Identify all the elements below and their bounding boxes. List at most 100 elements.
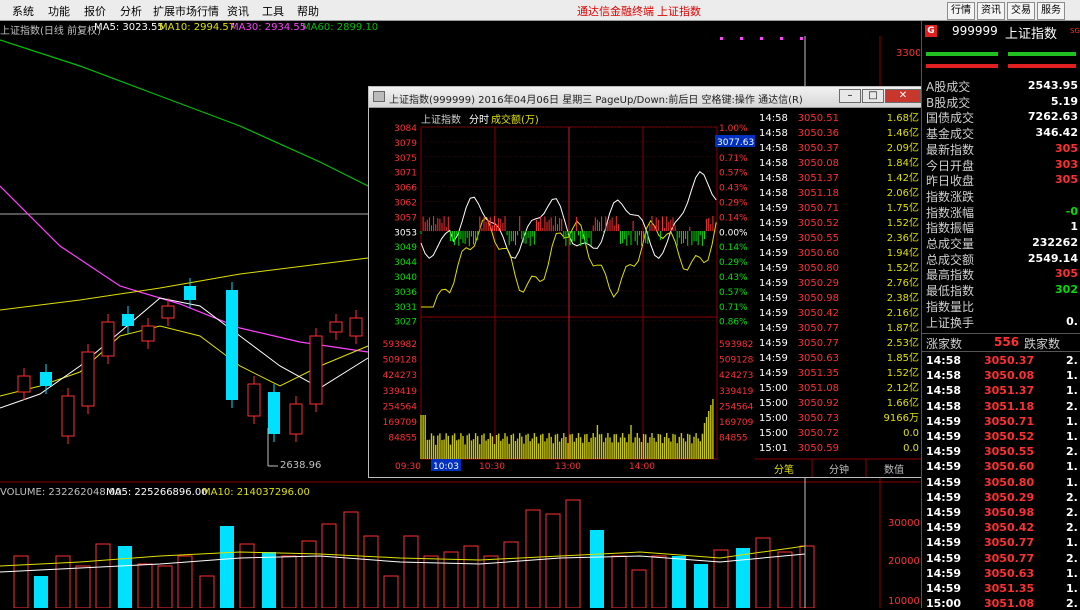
volume-bar bbox=[137, 563, 153, 608]
quote-label: B股成交 bbox=[926, 95, 971, 110]
quote-trade-time: 14:59 bbox=[926, 551, 962, 565]
price-tick: 3084 bbox=[394, 124, 417, 134]
menu-function[interactable]: 功能 bbox=[48, 3, 70, 19]
menu-tools[interactable]: 工具 bbox=[262, 3, 284, 19]
quote-trade-time: 14:59 bbox=[926, 506, 962, 519]
candle bbox=[184, 286, 196, 300]
service-button[interactable]: 服务 bbox=[1037, 2, 1065, 20]
trade-amount: 1.94亿 bbox=[887, 246, 919, 259]
price-tick: 3053 bbox=[394, 228, 417, 238]
menu-analysis[interactable]: 分析 bbox=[120, 3, 142, 19]
quote-trade-price: 3050.63 bbox=[984, 566, 1035, 580]
menu-news[interactable]: 资讯 bbox=[227, 3, 249, 19]
quote-trade-vol: 1. bbox=[1066, 369, 1078, 383]
intraday-chart[interactable]: 上证指数 分时 成交额(万) 3084 3079 3075 3071 3066 3062 3057… bbox=[369, 107, 923, 477]
trade-amount: 2.36亿 bbox=[887, 231, 919, 244]
vol-tick-right: 593982 bbox=[719, 340, 753, 350]
quote-trade-vol: 2. bbox=[1066, 521, 1078, 535]
buy-ratio-bar bbox=[926, 52, 998, 56]
trade-amount: 1.85亿 bbox=[887, 351, 919, 364]
trade-price: 3050.52 bbox=[798, 218, 839, 229]
trade-time: 14:59 bbox=[759, 233, 788, 244]
maximize-button[interactable]: □ bbox=[862, 89, 884, 103]
vol-tick-right: 339419 bbox=[719, 387, 754, 397]
price-tick: 3049 bbox=[394, 243, 417, 253]
vol-tick-right: 84855 bbox=[719, 434, 748, 444]
price-tick: 3040 bbox=[394, 273, 417, 283]
candle bbox=[61, 395, 75, 437]
quote-code: 999999 bbox=[952, 24, 998, 38]
volume-bar bbox=[631, 569, 647, 608]
candle bbox=[161, 305, 175, 319]
price-tick: 3079 bbox=[394, 139, 417, 149]
intraday-popup[interactable]: 上证指数(999999) 2016年04月06日 星期三 PageUp/Down… bbox=[368, 86, 924, 478]
trade-price: 3050.60 bbox=[798, 248, 839, 259]
quote-trade-time: 14:59 bbox=[926, 445, 962, 459]
trade-amount: 2.16亿 bbox=[887, 306, 919, 319]
trade-time: 14:58 bbox=[759, 128, 788, 139]
quote-value: 305 bbox=[1055, 173, 1078, 187]
popup-titlebar[interactable]: 上证指数(999999) 2016年04月06日 星期三 PageUp/Down… bbox=[369, 87, 923, 108]
vol-tick: 339419 bbox=[383, 387, 418, 397]
trade-amount: 0.0 bbox=[903, 428, 919, 439]
trade-price: 3051.08 bbox=[798, 383, 839, 394]
quote-label: 总成交额 bbox=[926, 252, 975, 267]
volume-bar bbox=[590, 530, 604, 608]
trade-time: 14:59 bbox=[759, 323, 788, 334]
menu-extended-market[interactable]: 扩展市场行情 bbox=[153, 3, 219, 19]
quote-trade-time: 14:59 bbox=[926, 566, 962, 580]
menu-help[interactable]: 帮助 bbox=[297, 3, 319, 19]
quote-label: 指数涨跌 bbox=[926, 189, 975, 204]
trade-amount: 1.68亿 bbox=[887, 111, 919, 124]
quote-trade-price: 3050.29 bbox=[984, 490, 1035, 504]
quote-trade-vol: 2. bbox=[1066, 490, 1078, 504]
pct-tick: 0.71% bbox=[719, 154, 748, 164]
quote-name: 上证指数 bbox=[1005, 27, 1058, 42]
time-tick: 13:00 bbox=[555, 462, 581, 472]
rise-count-label: 涨家数 bbox=[926, 337, 963, 351]
trade-price: 3050.63 bbox=[798, 353, 839, 364]
quote-trade-vol: 1. bbox=[1066, 475, 1078, 489]
trade-price: 3050.92 bbox=[798, 398, 839, 409]
quote-trade-price: 3051.37 bbox=[984, 384, 1035, 398]
vol-tick-right: 169709 bbox=[719, 418, 754, 428]
minimize-button[interactable]: – bbox=[839, 89, 861, 103]
quote-trade-price: 3050.52 bbox=[984, 430, 1035, 443]
trade-time: 14:59 bbox=[759, 353, 788, 364]
volume-bar bbox=[736, 548, 750, 608]
popup-app-icon bbox=[373, 91, 385, 102]
quote-label: 指数振幅 bbox=[926, 221, 975, 236]
quote-trade-price: 3050.77 bbox=[984, 536, 1035, 550]
menu-system[interactable]: 系统 bbox=[12, 3, 34, 19]
trade-price: 3050.77 bbox=[798, 323, 839, 334]
pct-tick: 0.71% bbox=[719, 303, 748, 313]
pct-tick: 0.29% bbox=[719, 199, 748, 209]
trade-price: 3050.29 bbox=[798, 278, 839, 289]
volume-bar bbox=[403, 535, 419, 608]
market-button[interactable]: 行情 bbox=[947, 2, 975, 20]
news-button[interactable]: 资讯 bbox=[977, 2, 1005, 20]
trade-button[interactable]: 交易 bbox=[1007, 2, 1035, 20]
trade-amount: 2.09亿 bbox=[887, 141, 919, 154]
vol-tick: 424273 bbox=[383, 371, 417, 381]
quote-trade-price: 3050.60 bbox=[984, 460, 1035, 474]
app-title: 通达信金融终端 bbox=[577, 5, 654, 18]
volume-bar bbox=[343, 511, 359, 608]
trade-amount: 2.06亿 bbox=[887, 186, 919, 199]
trade-price: 3050.59 bbox=[798, 443, 839, 454]
volume-ma10-label: MA10: 214037296.00 bbox=[202, 487, 310, 498]
volume-bar bbox=[423, 555, 439, 608]
quote-value: -0 bbox=[1065, 204, 1078, 218]
trade-time: 14:59 bbox=[759, 278, 788, 289]
close-button[interactable]: ✕ bbox=[885, 89, 921, 103]
quote-trade-price: 3050.08 bbox=[984, 369, 1035, 383]
menu-quote[interactable]: 报价 bbox=[84, 3, 106, 19]
trade-time: 14:59 bbox=[759, 368, 788, 379]
intraday-tab-amount: 成交额(万) bbox=[491, 113, 539, 126]
vol-tick-right: 254564 bbox=[719, 402, 754, 412]
trade-amount: 1.52亿 bbox=[887, 261, 919, 274]
quote-value: 7262.63 bbox=[1027, 110, 1078, 124]
quote-trade-vol: 1. bbox=[1066, 536, 1078, 550]
trade-price: 3050.37 bbox=[798, 143, 839, 154]
volume-bar bbox=[503, 541, 519, 608]
